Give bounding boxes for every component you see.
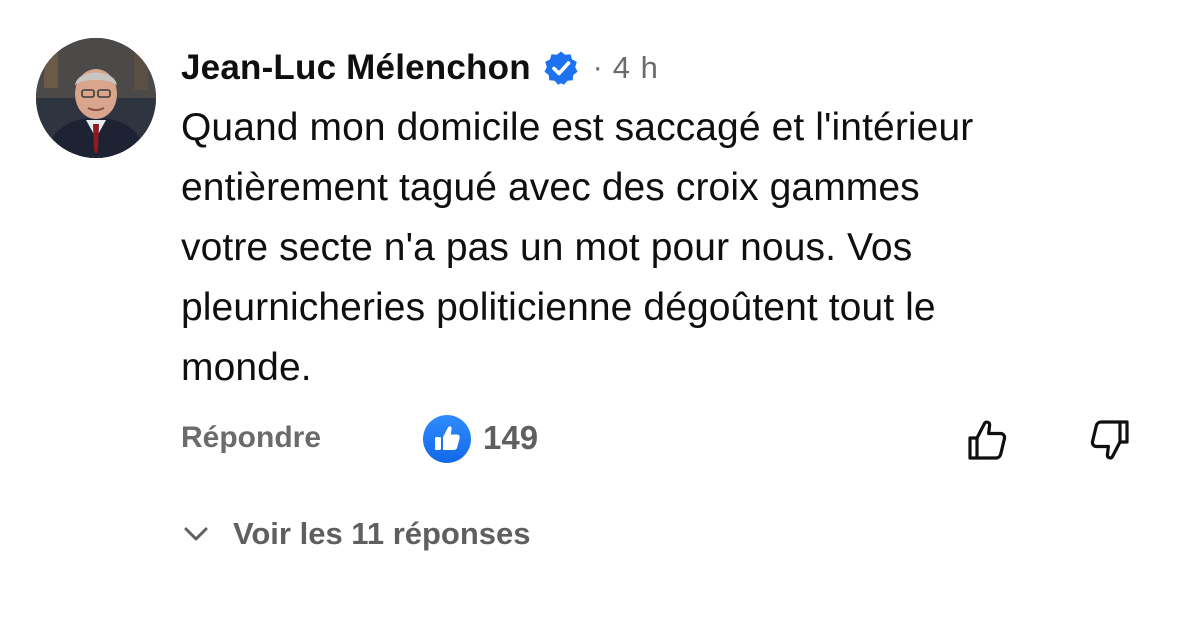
verified-badge-icon: [543, 50, 579, 86]
author-name[interactable]: Jean-Luc Mélenchon: [181, 48, 531, 88]
header-separator: ·: [592, 51, 603, 84]
like-count: 149: [483, 419, 539, 456]
thumb-down-icon[interactable]: [1083, 414, 1135, 466]
avatar-photo: [36, 38, 156, 158]
reply-button[interactable]: Répondre: [181, 421, 321, 455]
timestamp: 4 h: [612, 50, 659, 85]
comment-text: Quand mon domicile est saccagé et l'inté…: [181, 106, 974, 389]
view-replies-label: Voir les 11 réponses: [233, 516, 531, 551]
view-replies-button[interactable]: Voir les 11 réponses: [181, 510, 531, 558]
avatar[interactable]: [36, 38, 156, 158]
comment-header: Jean-Luc Mélenchon · 4 h: [181, 44, 659, 92]
thumb-up-icon[interactable]: [962, 414, 1014, 466]
comment-actions: Répondre 149: [181, 410, 1141, 470]
like-reaction-icon: [423, 415, 471, 463]
chevron-down-icon: [181, 519, 211, 549]
